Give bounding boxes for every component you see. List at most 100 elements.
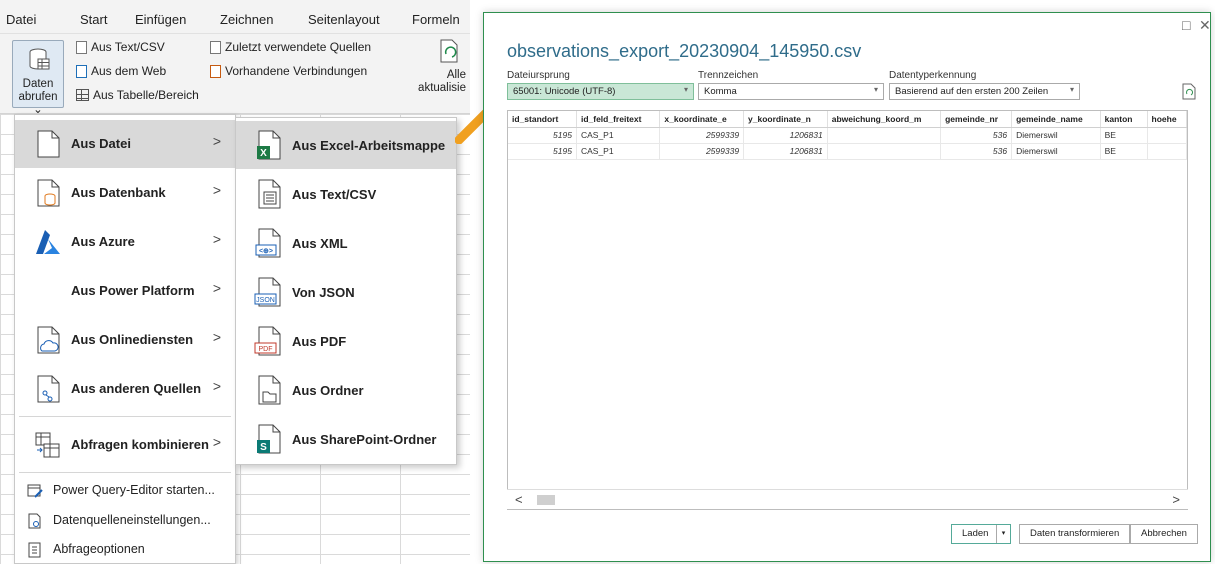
- menu-item-label: Power Query-Editor starten...: [53, 483, 215, 497]
- column-header: id_feld_freitext: [576, 111, 661, 128]
- tab-seitenlayout[interactable]: Seitenlayout: [308, 12, 380, 27]
- submenu-item-from-folder[interactable]: Aus Ordner: [236, 366, 456, 414]
- menu-item-from-database[interactable]: Aus Datenbank >: [15, 169, 235, 217]
- pdf-file-icon: PDF: [254, 326, 281, 356]
- combine-icon: [35, 432, 60, 458]
- column-header: kanton: [1100, 111, 1148, 128]
- menu-item-from-other-sources[interactable]: Aus anderen Quellen >: [15, 365, 235, 413]
- recent-sources-label: Zuletzt verwendete Quellen: [225, 40, 372, 54]
- web-icon: [76, 64, 87, 78]
- table-cell: Diemerswil: [1011, 127, 1101, 144]
- tab-einfuegen[interactable]: Einfügen: [135, 12, 186, 27]
- menu-item-from-azure[interactable]: Aus Azure >: [15, 218, 235, 266]
- menu-item-label: Datenquelleneinstellungen...: [53, 513, 211, 527]
- from-text-csv-button[interactable]: Aus Text/CSV: [76, 40, 165, 54]
- table-cell: 5195: [508, 127, 577, 144]
- load-button[interactable]: Laden ▾: [951, 524, 1011, 544]
- table-header-row: id_standort id_feld_freitext x_koordinat…: [508, 111, 1187, 128]
- table-cell: CAS_P1: [576, 127, 661, 144]
- power-query-editor-icon: [27, 484, 43, 498]
- chevron-right-icon: >: [212, 133, 221, 149]
- from-table-button[interactable]: Aus Tabelle/Bereich: [76, 88, 199, 102]
- tab-formeln[interactable]: Formeln: [412, 12, 460, 27]
- get-data-label-1: Daten: [22, 78, 54, 90]
- chevron-down-icon: ▾: [683, 85, 688, 94]
- close-icon[interactable]: ✕: [1199, 17, 1211, 34]
- svg-text:JSON: JSON: [256, 297, 275, 304]
- data-source-settings-icon: [28, 513, 41, 529]
- table-cell: 2599339: [659, 127, 745, 144]
- submenu-item-from-sharepoint-folder[interactable]: S Aus SharePoint-Ordner: [236, 415, 456, 463]
- cancel-button[interactable]: Abbrechen: [1130, 524, 1198, 544]
- scroll-left-icon[interactable]: <: [515, 492, 523, 507]
- sharepoint-icon: S: [257, 424, 281, 454]
- existing-connections-label: Vorhandene Verbindungen: [225, 64, 368, 78]
- transform-data-button[interactable]: Daten transformieren: [1019, 524, 1131, 544]
- menu-item-from-power-platform[interactable]: Aus Power Platform >: [15, 267, 235, 315]
- cloud-icon: [37, 326, 60, 354]
- table-cell: [1147, 127, 1187, 144]
- submenu-item-from-text-csv[interactable]: Aus Text/CSV: [236, 170, 456, 218]
- table-row: 5195 CAS_P1 2599339 1206831 536 Diemersw…: [508, 127, 1187, 144]
- load-dropdown-icon[interactable]: ▾: [996, 525, 1010, 543]
- submenu-item-label: Aus Text/CSV: [292, 187, 377, 202]
- chevron-down-icon: ▾: [1069, 85, 1074, 94]
- svg-text:S: S: [260, 442, 267, 453]
- from-web-button[interactable]: Aus dem Web: [76, 64, 166, 78]
- transform-data-label: Daten transformieren: [1030, 528, 1120, 539]
- menu-item-label: Abfrageoptionen: [53, 542, 145, 556]
- file-icon: [37, 130, 60, 158]
- table-cell: 5195: [508, 143, 577, 160]
- menu-item-label: Aus Datenbank: [71, 185, 166, 200]
- column-header: y_koordinate_n: [743, 111, 828, 128]
- type-detection-dropdown[interactable]: Basierend auf den ersten 200 Zeilen ▾: [889, 83, 1080, 100]
- connections-icon: [210, 64, 221, 78]
- chevron-right-icon: >: [212, 182, 221, 198]
- menu-item-from-online-services[interactable]: Aus Onlinediensten >: [15, 316, 235, 364]
- get-data-button[interactable]: Daten abrufen ⌄: [12, 40, 64, 116]
- load-button-label: Laden: [962, 528, 989, 539]
- menu-item-query-options[interactable]: Abfrageoptionen: [15, 536, 235, 562]
- scroll-right-icon[interactable]: >: [1172, 492, 1180, 507]
- maximize-icon[interactable]: □: [1182, 17, 1190, 33]
- tab-datei[interactable]: Datei: [6, 12, 36, 27]
- menu-item-label: Aus Azure: [71, 234, 135, 249]
- get-data-menu: Aus Datei > Aus Datenbank > Aus Azure > …: [14, 114, 236, 564]
- chevron-right-icon: >: [212, 329, 221, 345]
- table-icon: [76, 89, 89, 101]
- tab-start[interactable]: Start: [80, 12, 107, 27]
- menu-item-data-source-settings[interactable]: Datenquelleneinstellungen...: [15, 507, 235, 533]
- submenu-item-from-excel-workbook[interactable]: X Aus Excel-Arbeitsmappe: [236, 121, 456, 169]
- recent-sources-icon: [210, 40, 221, 54]
- menu-item-label: Abfragen kombinieren: [71, 437, 209, 452]
- tab-zeichnen[interactable]: Zeichnen: [220, 12, 273, 27]
- submenu-item-label: Aus Excel-Arbeitsmappe: [292, 138, 446, 153]
- menu-item-launch-power-query-editor[interactable]: Power Query-Editor starten...: [15, 477, 235, 503]
- azure-icon: [36, 230, 60, 254]
- refresh-preview-icon[interactable]: [1182, 83, 1196, 100]
- menu-divider: [19, 416, 231, 417]
- table-row: 5195 CAS_P1 2599339 1206831 536 Diemersw…: [508, 143, 1187, 160]
- file-origin-label: Dateiursprung: [507, 70, 570, 81]
- other-sources-icon: [37, 375, 60, 403]
- submenu-item-label: Aus SharePoint-Ordner: [292, 432, 437, 447]
- submenu-item-from-pdf[interactable]: PDF Aus PDF: [236, 317, 456, 365]
- horizontal-scrollbar[interactable]: < >: [507, 489, 1188, 509]
- svg-text:X: X: [260, 148, 267, 159]
- submenu-item-from-xml[interactable]: <⊕> Aus XML: [236, 219, 456, 267]
- refresh-icon: [440, 39, 458, 63]
- column-header: x_koordinate_e: [659, 111, 745, 128]
- chevron-down-icon: ▾: [873, 85, 878, 94]
- submenu-item-from-json[interactable]: JSON Von JSON: [236, 268, 456, 316]
- recent-sources-button[interactable]: Zuletzt verwendete Quellen: [210, 40, 371, 54]
- existing-connections-button[interactable]: Vorhandene Verbindungen: [210, 64, 367, 78]
- file-origin-dropdown[interactable]: 65001: Unicode (UTF-8) ▾: [507, 83, 694, 100]
- ribbon-tabs: Datei Start Einfügen Zeichnen Seitenlayo…: [0, 0, 470, 34]
- menu-item-from-file[interactable]: Aus Datei >: [15, 120, 235, 168]
- scrollbar-thumb[interactable]: [537, 495, 555, 505]
- refresh-all-label-1: Alle: [446, 69, 466, 81]
- delimiter-dropdown[interactable]: Komma ▾: [698, 83, 884, 100]
- table-cell: BE: [1100, 143, 1148, 160]
- type-detection-value: Basierend auf den ersten 200 Zeilen: [895, 86, 1049, 97]
- menu-item-combine-queries[interactable]: Abfragen kombinieren >: [15, 421, 235, 469]
